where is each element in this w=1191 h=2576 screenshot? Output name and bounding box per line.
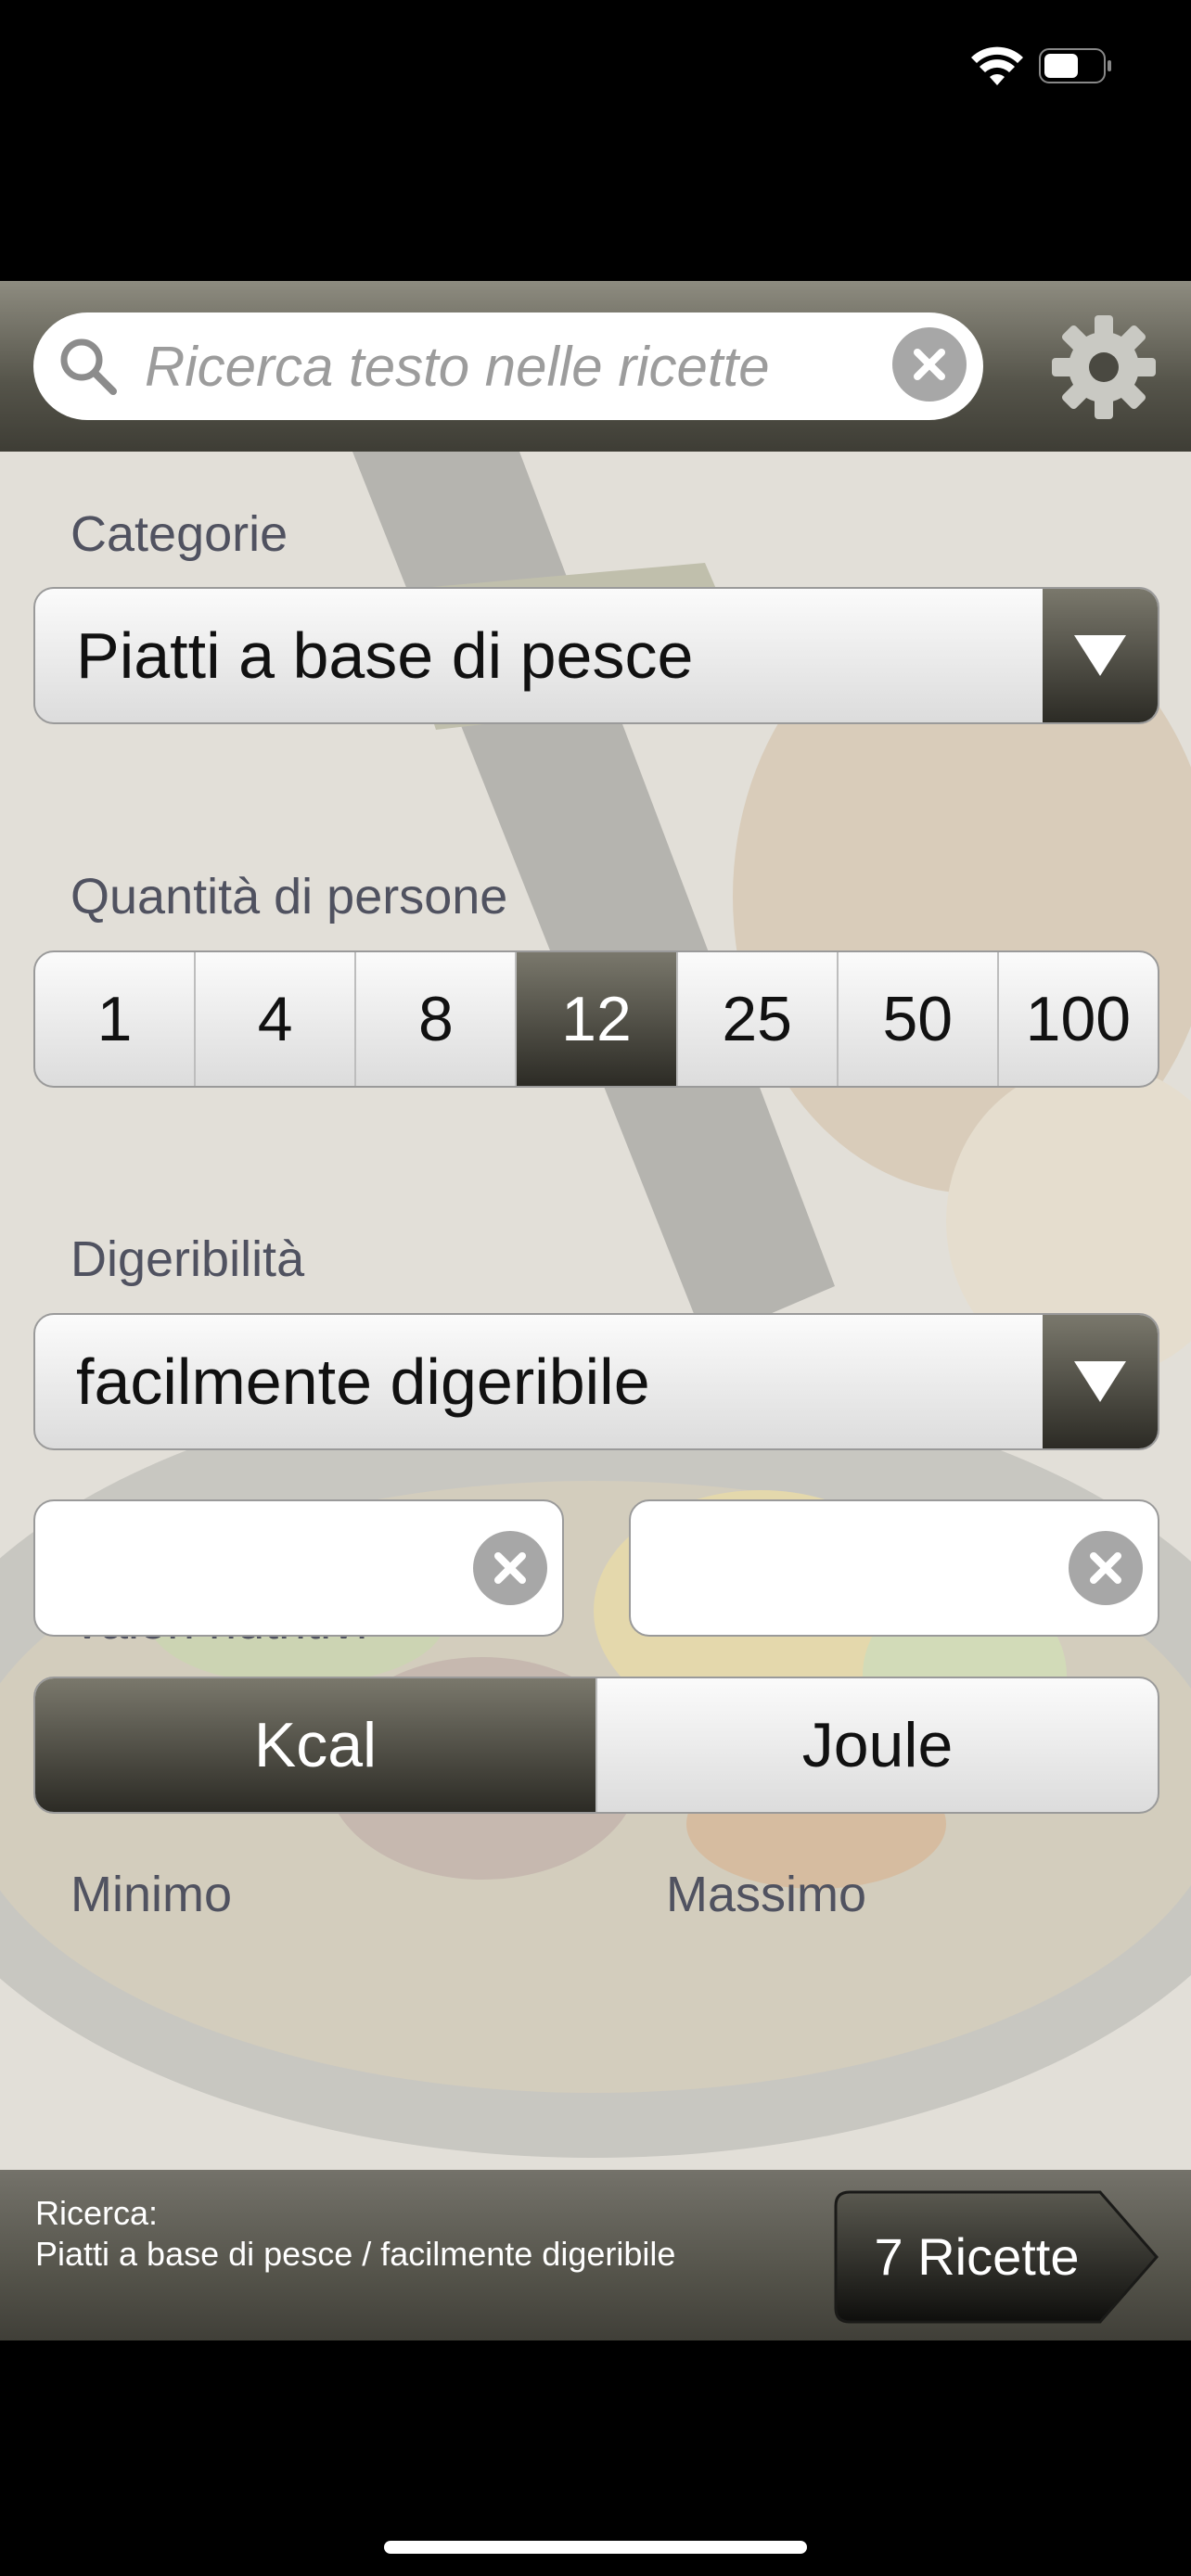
servings-option-1[interactable]: 1 — [35, 952, 194, 1086]
servings-label: Quantità di persone — [70, 869, 508, 925]
status-bar — [0, 0, 1191, 281]
recipes-result-label: 7 Ricette — [874, 2227, 1080, 2286]
digestibility-label: Digeribilità — [70, 1231, 305, 1287]
unit-kcal[interactable]: Kcal — [35, 1678, 596, 1812]
servings-option-4[interactable]: 4 — [194, 952, 354, 1086]
clear-icon — [914, 349, 945, 380]
triangle-down-icon — [1074, 1361, 1126, 1402]
search-icon — [60, 338, 117, 395]
category-dropdown[interactable]: Piatti a base di pesce — [33, 587, 1159, 724]
maximum-field[interactable] — [629, 1499, 1159, 1637]
category-dropdown-button[interactable] — [1043, 589, 1158, 722]
summary-title: Ricerca: — [35, 2194, 159, 2232]
clear-icon — [1090, 1552, 1121, 1584]
minimum-label: Minimo — [70, 1867, 233, 1922]
triangle-down-icon — [1074, 635, 1126, 676]
servings-option-12[interactable]: 12 — [515, 952, 676, 1086]
summary-text: Piatti a base di pesce / facilmente dige… — [35, 2235, 676, 2273]
servings-option-50[interactable]: 50 — [836, 952, 997, 1086]
digestibility-value: facilmente digeribile — [76, 1345, 650, 1418]
servings-option-25[interactable]: 25 — [675, 952, 837, 1086]
battery-icon — [1039, 48, 1111, 83]
search-field[interactable] — [33, 312, 983, 420]
clear-search-button[interactable] — [892, 327, 967, 402]
category-label: Categorie — [70, 506, 288, 562]
digestibility-dropdown-button[interactable] — [1043, 1315, 1158, 1448]
clear-maximum-button[interactable] — [1069, 1531, 1143, 1605]
maximum-label: Massimo — [666, 1867, 867, 1922]
wifi-icon — [971, 46, 1023, 85]
servings-option-100[interactable]: 100 — [996, 952, 1158, 1086]
category-value: Piatti a base di pesce — [76, 619, 694, 692]
digestibility-dropdown[interactable]: facilmente digeribile — [33, 1313, 1159, 1450]
unit-joule[interactable]: Joule — [596, 1678, 1158, 1812]
clear-minimum-button[interactable] — [473, 1531, 547, 1605]
home-indicator[interactable] — [384, 2541, 807, 2554]
servings-segmented-control: 1 4 8 12 25 50 100 — [33, 950, 1159, 1088]
minimum-field[interactable] — [33, 1499, 564, 1637]
nutrition-unit-toggle: Kcal Joule — [33, 1677, 1159, 1814]
servings-option-8[interactable]: 8 — [354, 952, 515, 1086]
gear-icon[interactable] — [1048, 312, 1159, 423]
search-input[interactable] — [145, 312, 905, 420]
clear-icon — [494, 1552, 526, 1584]
